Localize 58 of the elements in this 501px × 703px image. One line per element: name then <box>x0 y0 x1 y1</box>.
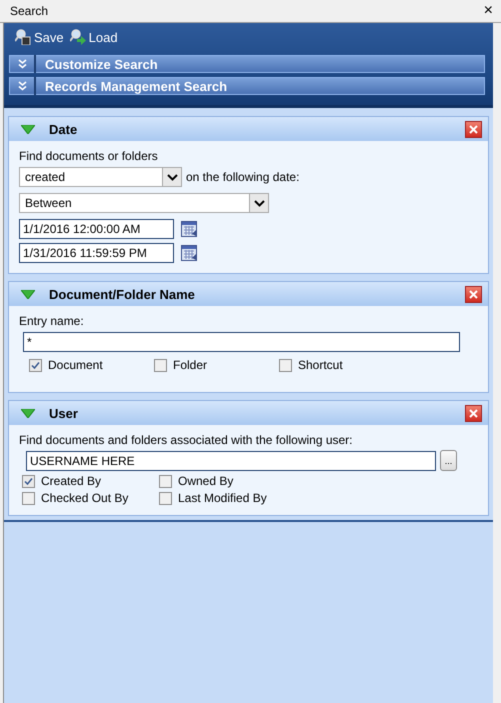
checkbox-option[interactable]: Created By <box>22 474 159 488</box>
panel-title: Document/Folder Name <box>49 286 196 302</box>
calendar-icon[interactable] <box>181 221 197 237</box>
end-date-field[interactable]: 1/31/2016 11:59:59 PM <box>19 243 174 263</box>
save-search-icon <box>15 29 31 45</box>
load-button[interactable]: Load <box>70 29 118 45</box>
start-date-field[interactable]: 1/1/2016 12:00:00 AM <box>19 219 174 239</box>
remove-panel-button[interactable] <box>465 120 482 138</box>
expand-triangle-icon[interactable] <box>21 124 35 134</box>
caret-icon <box>166 174 178 180</box>
checkbox-label: Checked Out By <box>41 491 128 505</box>
panel-title: User <box>49 406 79 420</box>
remove-panel-button[interactable] <box>465 404 482 422</box>
expand-triangle-icon[interactable] <box>21 290 35 298</box>
prompt-text: Find documents or folders <box>19 149 159 163</box>
checkbox[interactable] <box>154 358 167 372</box>
browse-button[interactable]: ... <box>440 450 457 471</box>
action-dropdown[interactable]: created <box>19 167 182 187</box>
checkbox[interactable] <box>22 474 35 488</box>
date-suffix-text: on the following date: <box>186 170 300 184</box>
remove-panel-button[interactable] <box>465 286 482 302</box>
checkbox-label: Shortcut <box>298 358 343 372</box>
username-field[interactable]: USERNAME HERE <box>26 450 436 470</box>
double-chevron-icon <box>18 81 26 91</box>
section-header[interactable]: Records Management Search <box>9 77 485 95</box>
panel-title: Date <box>49 122 78 136</box>
close-icon <box>468 288 479 300</box>
calendar-icon[interactable] <box>181 245 197 261</box>
save-button[interactable]: Save <box>15 29 64 45</box>
range-dropdown[interactable]: Between <box>19 193 269 213</box>
checkbox-option[interactable]: Owned By <box>159 474 319 488</box>
checkbox[interactable] <box>279 358 292 372</box>
entry-name-label: Entry name: <box>19 314 85 328</box>
window-title: Search <box>10 4 48 18</box>
close-button[interactable]: × <box>484 3 493 19</box>
double-chevron-icon <box>18 59 26 69</box>
section-header[interactable]: Customize Search <box>9 55 485 73</box>
expand-triangle-icon[interactable] <box>21 408 35 418</box>
checkbox[interactable] <box>29 358 42 372</box>
checkbox-label: Created By <box>41 474 102 488</box>
checkbox-option[interactable]: Document <box>29 358 154 372</box>
caret-icon <box>254 200 264 206</box>
checkbox-option[interactable]: Shortcut <box>279 358 379 372</box>
prompt-text: Find documents and folders associated with the following user: <box>19 433 354 447</box>
checkbox-label: Folder <box>173 358 208 372</box>
load-search-icon <box>70 29 86 45</box>
checkbox-option[interactable]: Last Modified By <box>159 491 319 505</box>
close-icon <box>468 124 479 134</box>
close-icon <box>468 408 479 418</box>
entry-name-field[interactable]: * <box>23 332 460 352</box>
checkbox[interactable] <box>22 492 35 504</box>
checkbox-option[interactable]: Folder <box>154 358 279 372</box>
checkbox-label: Document <box>48 358 103 372</box>
checkbox-option[interactable]: Checked Out By <box>22 491 159 505</box>
checkbox-label: Last Modified By <box>178 491 267 505</box>
checkbox-label: Owned By <box>178 474 234 488</box>
checkbox[interactable] <box>159 492 172 504</box>
checkbox[interactable] <box>159 474 172 488</box>
